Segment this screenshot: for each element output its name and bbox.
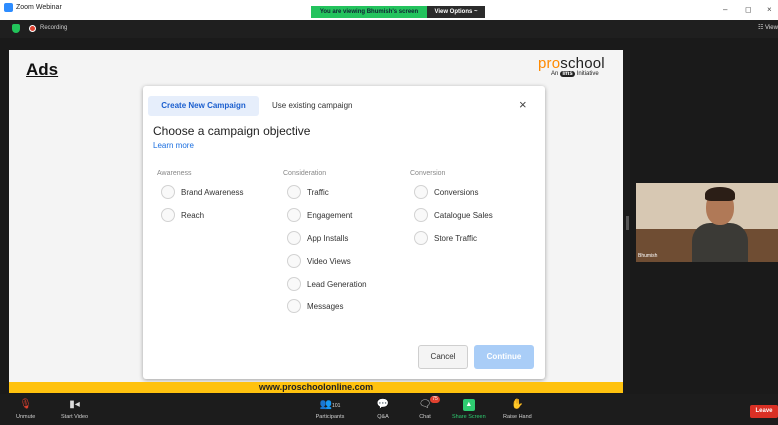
close-window-button[interactable]: ×	[767, 5, 772, 14]
raise-hand-button[interactable]: ✋ Raise Hand	[503, 399, 532, 420]
modal-heading: Choose a campaign objective	[153, 124, 311, 138]
radio-icon[interactable]	[287, 254, 301, 268]
slide-title: Ads	[26, 60, 59, 79]
record-icon	[29, 25, 36, 32]
radio-icon[interactable]	[161, 185, 175, 199]
footer-url: www.proschoolonline.com	[9, 382, 623, 393]
ims-logo: ims	[560, 71, 575, 77]
raise-hand-label: Raise Hand	[503, 414, 532, 420]
qa-button[interactable]: 💬 Q&A	[376, 399, 390, 420]
chat-label: Chat	[419, 414, 431, 420]
window-title: Zoom Webinar	[16, 4, 62, 11]
option-label: Video Views	[307, 256, 351, 266]
brand-pro: pro	[538, 55, 561, 72]
recording-label: Recording	[40, 25, 68, 31]
shield-icon[interactable]	[12, 24, 20, 33]
option-label: Catalogue Sales	[434, 210, 493, 220]
radio-icon[interactable]	[414, 208, 428, 222]
brand-sub-suffix: Initiative	[576, 71, 599, 77]
chat-button[interactable]: 🗨 Chat	[418, 399, 432, 420]
participants-count: 101	[332, 403, 341, 409]
option-label: Lead Generation	[307, 279, 367, 289]
option-engagement[interactable]: Engagement	[287, 208, 352, 222]
unmute-button[interactable]: 🎙 Unmute	[16, 399, 35, 420]
option-catalogue-sales[interactable]: Catalogue Sales	[414, 208, 493, 222]
option-label: Traffic	[307, 187, 329, 197]
tab-use-existing-campaign[interactable]: Use existing campaign	[272, 96, 352, 116]
qa-label: Q&A	[377, 414, 389, 420]
radio-icon[interactable]	[287, 208, 301, 222]
radio-icon[interactable]	[287, 185, 301, 199]
radio-icon[interactable]	[414, 185, 428, 199]
cancel-button[interactable]: Cancel	[418, 345, 468, 369]
option-label: Conversions	[434, 187, 479, 197]
option-store-traffic[interactable]: Store Traffic	[414, 231, 477, 245]
proschool-logo: proschool	[538, 55, 605, 72]
radio-icon[interactable]	[287, 277, 301, 291]
brand-rest: school	[560, 55, 605, 72]
option-app-installs[interactable]: App Installs	[287, 231, 348, 245]
column-header-awareness: Awareness	[157, 170, 192, 177]
presenter-body	[692, 223, 748, 262]
option-label: Reach	[181, 210, 205, 220]
radio-icon[interactable]	[161, 208, 175, 222]
participants-button[interactable]: 👥101 Participants	[314, 399, 346, 420]
share-screen-label: Share Screen	[452, 414, 486, 420]
option-label: Engagement	[307, 210, 353, 220]
radio-icon[interactable]	[287, 299, 301, 313]
column-header-consideration: Consideration	[283, 170, 327, 177]
participants-icon: 👥101	[319, 399, 341, 410]
start-video-label: Start Video	[61, 414, 89, 420]
start-video-button[interactable]: ▮◂ Start Video	[61, 399, 88, 420]
microphone-muted-icon: 🎙	[19, 399, 32, 410]
option-label: App Installs	[307, 233, 349, 243]
leave-button[interactable]: Leave	[750, 405, 778, 418]
option-conversions[interactable]: Conversions	[414, 185, 478, 199]
option-brand-awareness[interactable]: Brand Awareness	[161, 185, 244, 199]
view-button[interactable]: ☷ View	[758, 24, 778, 31]
close-icon[interactable]: ×	[519, 98, 527, 112]
learn-more-link[interactable]: Learn more	[153, 141, 194, 150]
option-lead-generation[interactable]: Lead Generation	[287, 277, 367, 291]
brand-subtitle: An ims Initiative	[551, 71, 599, 77]
radio-icon[interactable]	[414, 231, 428, 245]
option-messages[interactable]: Messages	[287, 299, 343, 313]
column-header-conversion: Conversion	[410, 170, 446, 177]
share-screen-icon: ▲	[462, 399, 475, 411]
continue-button[interactable]: Continue	[474, 345, 534, 369]
option-video-views[interactable]: Video Views	[287, 254, 351, 268]
presenter-hair	[705, 187, 735, 201]
qa-icon: 💬	[376, 399, 390, 410]
participant-name: Bhumish	[638, 253, 658, 259]
option-label: Store Traffic	[434, 233, 477, 243]
participants-label: Participants	[315, 414, 345, 420]
option-reach[interactable]: Reach	[161, 208, 204, 222]
share-screen-button[interactable]: ▲ Share Screen	[452, 399, 486, 420]
view-options-button[interactable]: View Options ~	[427, 6, 485, 18]
radio-icon[interactable]	[287, 231, 301, 245]
restore-button[interactable]: ◻	[745, 5, 752, 14]
option-label: Brand Awareness	[181, 187, 244, 197]
app-title: Zoom Webinar	[4, 3, 62, 12]
zoom-logo-icon	[4, 3, 13, 12]
option-label: Messages	[307, 301, 344, 311]
brand-sub-prefix: An	[551, 71, 559, 77]
unmute-label: Unmute	[16, 414, 36, 420]
tab-create-new-campaign[interactable]: Create New Campaign	[148, 96, 259, 116]
raise-hand-icon: ✋	[511, 399, 524, 410]
participant-video[interactable]: Bhumish	[636, 183, 778, 262]
chat-badge: 75	[430, 396, 440, 403]
meeting-top-bar	[0, 20, 778, 38]
minimize-button[interactable]: –	[723, 5, 727, 14]
panel-divider-handle[interactable]	[626, 216, 629, 230]
option-traffic[interactable]: Traffic	[287, 185, 329, 199]
share-banner: You are viewing Bhumish's screen	[311, 6, 427, 18]
video-off-icon: ▮◂	[69, 399, 80, 410]
